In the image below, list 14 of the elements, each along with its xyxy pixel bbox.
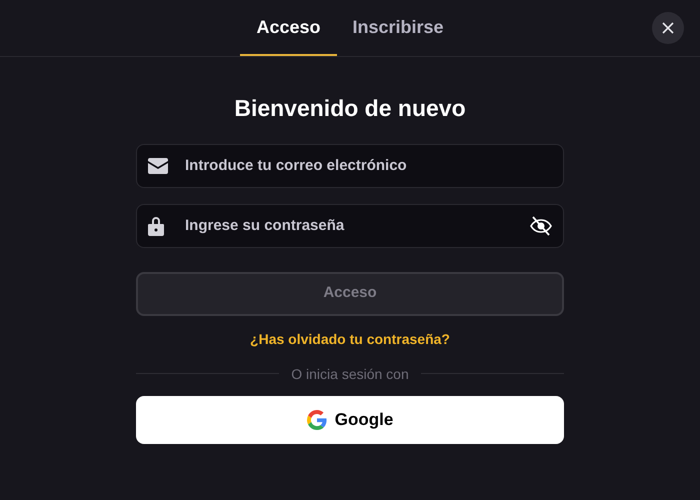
close-button[interactable] xyxy=(652,12,684,44)
envelope-icon xyxy=(148,158,168,174)
password-field[interactable]: Ingrese su contraseña xyxy=(136,204,564,248)
eye-slash-icon[interactable] xyxy=(530,216,552,236)
welcome-title: Bienvenido de nuevo xyxy=(233,94,467,123)
tab[interactable]: Inscribirse xyxy=(336,0,460,56)
tab[interactable]: Acceso xyxy=(240,0,336,56)
close-icon xyxy=(662,22,674,34)
email-field[interactable]: Introduce tu correo electrónico xyxy=(136,144,564,188)
google-button[interactable]: Google xyxy=(136,396,564,444)
lock-icon xyxy=(148,216,164,236)
forgot-password-link[interactable]: ¿Has olvidado tu contraseña? xyxy=(250,328,450,348)
google-icon xyxy=(306,410,327,430)
divider-label: O inicia sesión con xyxy=(291,364,409,384)
